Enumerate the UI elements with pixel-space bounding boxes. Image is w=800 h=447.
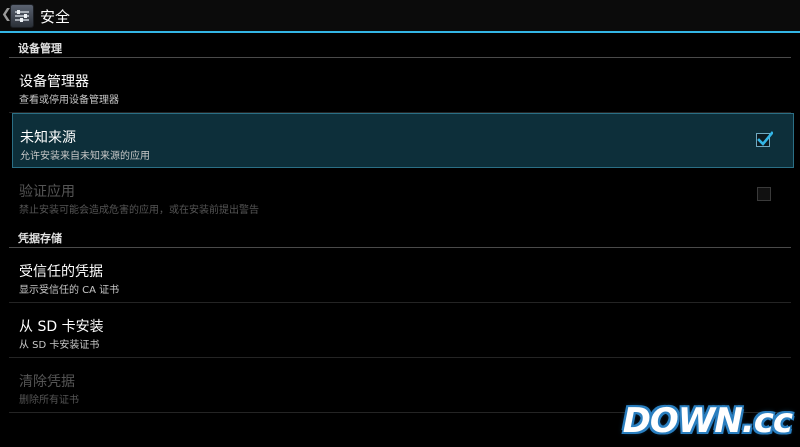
watermark-logo: DOWN.cc	[622, 401, 793, 441]
section-header-device-admin: 设备管理	[0, 33, 800, 58]
pref-install-from-sd[interactable]: 从 SD 卡安装 从 SD 卡安装证书	[0, 303, 800, 358]
pref-title: 从 SD 卡安装	[19, 319, 104, 335]
checkmark-icon	[757, 131, 773, 146]
pref-title: 验证应用	[19, 184, 75, 200]
action-bar: ❮ 安全	[0, 0, 800, 31]
pref-trusted-credentials[interactable]: 受信任的凭据 显示受信任的 CA 证书	[0, 248, 800, 303]
unknown-sources-checkbox[interactable]	[756, 131, 773, 147]
page-title: 安全	[40, 8, 71, 26]
section-header-label: 设备管理	[18, 42, 62, 55]
pref-summary: 禁止安装可能会造成危害的应用，或在安装前提出警告	[19, 205, 259, 216]
pref-summary: 允许安装来自未知来源的应用	[20, 151, 150, 162]
pref-title: 未知来源	[20, 130, 76, 146]
pref-summary: 删除所有证书	[19, 395, 79, 406]
pref-verify-apps[interactable]: 验证应用 禁止安装可能会造成危害的应用，或在安装前提出警告	[0, 168, 800, 223]
pref-unknown-sources[interactable]: 未知来源 允许安装来自未知来源的应用	[12, 113, 794, 168]
pref-summary: 从 SD 卡安装证书	[19, 340, 100, 351]
preference-list: 设备管理 设备管理器 查看或停用设备管理器 未知来源 允许安装来自未知来源的应用…	[0, 33, 800, 413]
pref-summary: 显示受信任的 CA 证书	[19, 285, 120, 296]
pref-title: 受信任的凭据	[19, 264, 103, 280]
pref-title: 设备管理器	[19, 74, 89, 90]
verify-apps-checkbox[interactable]	[757, 187, 771, 201]
pref-summary: 查看或停用设备管理器	[19, 95, 119, 106]
security-settings-icon[interactable]	[10, 4, 34, 28]
pref-title: 清除凭据	[19, 374, 75, 390]
pref-device-administrators[interactable]: 设备管理器 查看或停用设备管理器	[0, 58, 800, 113]
section-header-credential-storage: 凭据存储	[0, 223, 800, 248]
section-header-label: 凭据存储	[18, 232, 62, 245]
